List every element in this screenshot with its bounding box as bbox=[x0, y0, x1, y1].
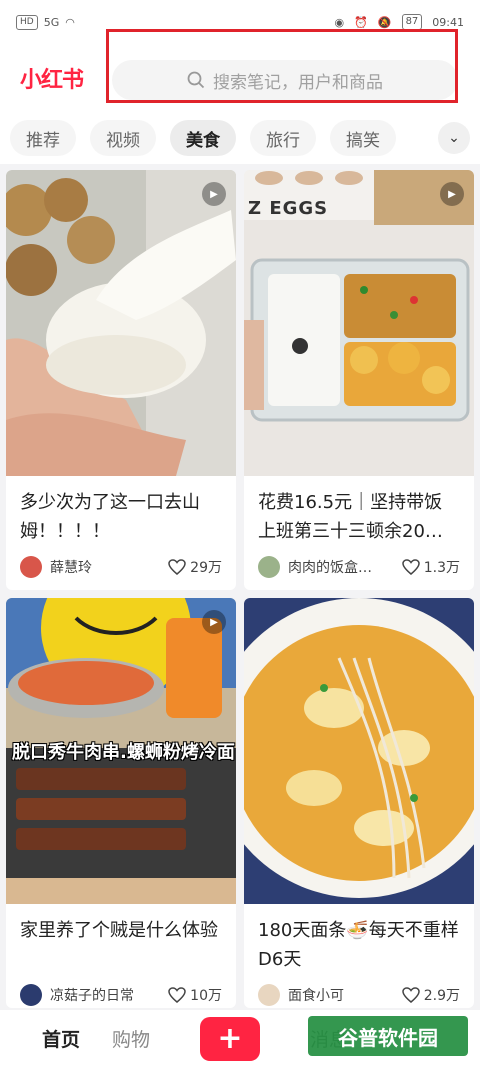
author-name[interactable]: 薛慧玲 bbox=[50, 557, 168, 577]
like-button[interactable]: 1.3万 bbox=[401, 557, 460, 577]
like-count: 29万 bbox=[190, 560, 222, 576]
tab-funny[interactable]: 搞笑 bbox=[330, 120, 396, 156]
play-icon: ▶ bbox=[440, 182, 464, 206]
tab-recommend[interactable]: 推荐 bbox=[10, 120, 76, 156]
tab-food[interactable]: 美食 bbox=[170, 120, 236, 156]
alarm-icon: ⏰ bbox=[354, 15, 368, 29]
wifi-icon: ◠ bbox=[65, 15, 75, 29]
highlight-box bbox=[106, 29, 458, 103]
heart-icon bbox=[401, 987, 420, 1003]
avatar[interactable] bbox=[258, 984, 280, 1006]
note-image: ▶ bbox=[6, 170, 236, 476]
note-image bbox=[244, 598, 474, 904]
author-name[interactable]: 面食小可 bbox=[288, 985, 402, 1005]
tab-travel[interactable]: 旅行 bbox=[250, 120, 316, 156]
nav-home[interactable]: 首页 bbox=[26, 1025, 96, 1052]
note-card[interactable]: ▶ 多少次为了这一口去山姆！！！！ 薛慧玲 29万 bbox=[6, 170, 236, 590]
battery-icon: 87 bbox=[401, 14, 423, 30]
note-meta: 薛慧玲 29万 bbox=[6, 548, 236, 578]
hd-badge: HD bbox=[16, 14, 38, 30]
note-title: 花费16.5元｜坚持带饭上班第三十三顿余20… bbox=[258, 492, 443, 542]
chevron-down-icon[interactable]: ⌄ bbox=[438, 122, 470, 154]
avatar[interactable] bbox=[20, 556, 42, 578]
heart-icon bbox=[168, 559, 186, 575]
add-note-button[interactable]: + bbox=[200, 1016, 260, 1061]
note-meta: 凉菇子的日常 10万 bbox=[6, 976, 236, 1006]
signal-icon: 5G bbox=[43, 15, 60, 29]
like-button[interactable]: 2.9万 bbox=[401, 985, 460, 1005]
note-card[interactable]: 180天面条🍜每天不重样D6天 面食小可 2.9万 bbox=[244, 598, 474, 1008]
like-button[interactable]: 10万 bbox=[168, 985, 222, 1005]
note-card[interactable]: 脱口秀牛肉串.螺蛳粉烤冷面 ▶ 家里养了个贼是什么体验 凉菇子的日常 10万 bbox=[6, 598, 236, 1008]
mute-icon: 🔕 bbox=[377, 15, 392, 29]
note-image: Z EGGS ▶ bbox=[244, 170, 474, 476]
note-title: 多少次为了这一口去山姆！！！！ bbox=[20, 492, 200, 542]
eye-icon: ◉ bbox=[334, 15, 345, 29]
clock: 09:41 bbox=[432, 15, 464, 29]
like-count: 1.3万 bbox=[423, 560, 460, 576]
like-count: 2.9万 bbox=[423, 988, 460, 1004]
note-image: 脱口秀牛肉串.螺蛳粉烤冷面 ▶ bbox=[6, 598, 236, 904]
watermark: 谷普软件园 bbox=[308, 1016, 468, 1056]
heart-icon bbox=[401, 559, 420, 575]
note-meta: 肉肉的饭盒… 1.3万 bbox=[244, 548, 474, 578]
note-title: 家里养了个贼是什么体验 bbox=[20, 920, 218, 941]
app-logo[interactable]: 小红书 bbox=[20, 62, 84, 94]
like-count: 10万 bbox=[190, 988, 222, 1004]
note-meta: 面食小可 2.9万 bbox=[244, 976, 474, 1006]
like-button[interactable]: 29万 bbox=[168, 557, 222, 577]
author-name[interactable]: 肉肉的饭盒… bbox=[288, 557, 402, 577]
tab-video[interactable]: 视频 bbox=[90, 120, 156, 156]
heart-icon bbox=[168, 987, 186, 1003]
play-icon: ▶ bbox=[202, 610, 226, 634]
avatar[interactable] bbox=[20, 984, 42, 1006]
nav-shop[interactable]: 购物 bbox=[96, 1025, 166, 1052]
play-icon: ▶ bbox=[202, 182, 226, 206]
category-tabs: 推荐 视频 美食 旅行 搞笑 ⌄ bbox=[0, 112, 480, 164]
author-name[interactable]: 凉菇子的日常 bbox=[50, 985, 168, 1005]
note-title: 180天面条🍜每天不重样D6天 bbox=[258, 920, 459, 970]
image-text: 脱口秀牛肉串.螺蛳粉烤冷面 bbox=[12, 742, 235, 763]
image-text: Z EGGS bbox=[248, 198, 329, 219]
avatar[interactable] bbox=[258, 556, 280, 578]
note-card[interactable]: Z EGGS ▶ 花费16.5元｜坚持带饭上班第三十三顿余20… 肉肉的饭盒… … bbox=[244, 170, 474, 590]
